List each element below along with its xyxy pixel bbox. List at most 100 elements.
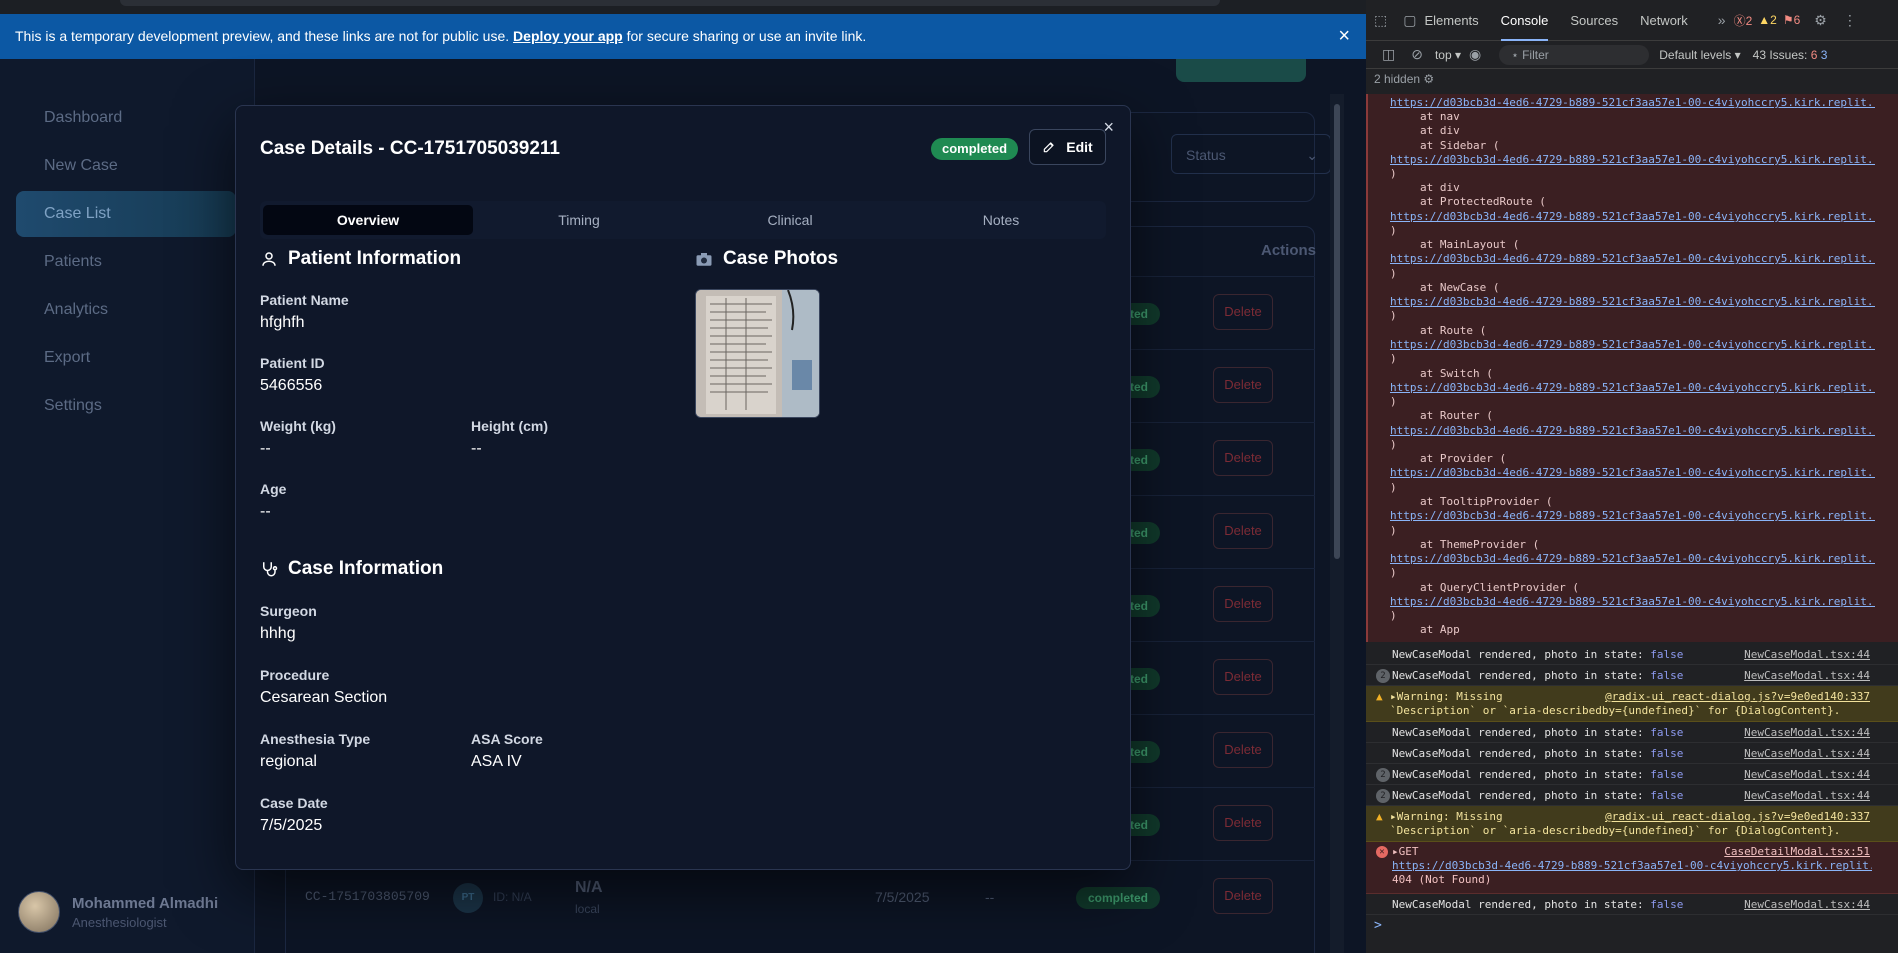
devtools-panel: ⬚ ▢ Elements Console Sources Network » Ⓧ… [1366, 0, 1898, 953]
delete-button[interactable]: Delete [1213, 805, 1273, 841]
stack-link[interactable]: https://d03bcb3d-4ed6-4729-b889-521cf3aa… [1390, 338, 1875, 351]
source-link[interactable]: NewCaseModal.tsx:44 [1744, 898, 1870, 911]
warning-count[interactable]: ▲2 [1758, 13, 1777, 27]
address-bar[interactable] [120, 0, 1220, 6]
kebab-menu-icon[interactable]: ⋮ [1843, 12, 1857, 29]
more-tabs-icon[interactable]: » [1718, 12, 1726, 28]
delete-button[interactable]: Delete [1213, 294, 1273, 330]
stack-line: ) [1390, 309, 1397, 322]
case-id: CC-1751703805709 [305, 889, 430, 904]
asa-score-label: ASA Score [471, 731, 543, 747]
console-log: 2 NewCaseModal rendered, photo in state: … [1366, 785, 1898, 806]
user-icon [262, 252, 276, 266]
source-link[interactable]: NewCaseModal.tsx:44 [1744, 669, 1870, 682]
stack-link[interactable]: https://d03bcb3d-4ed6-4729-b889-521cf3aa… [1390, 509, 1875, 522]
stack-link[interactable]: https://d03bcb3d-4ed6-4729-b889-521cf3aa… [1390, 466, 1875, 479]
stack-link[interactable]: https://d03bcb3d-4ed6-4729-b889-521cf3aa… [1390, 210, 1875, 223]
delete-button[interactable]: Delete [1213, 367, 1273, 403]
sidebar-item-patients[interactable]: Patients [16, 239, 236, 285]
source-link[interactable]: NewCaseModal.tsx:44 [1744, 648, 1870, 661]
source-link[interactable]: NewCaseModal.tsx:44 [1744, 747, 1870, 760]
source-link[interactable]: @radix-ui_react-dialog.js?v=9e0ed140:337 [1605, 810, 1870, 823]
stack-line: ) [1390, 395, 1397, 408]
stack-link[interactable]: https://d03bcb3d-4ed6-4729-b889-521cf3aa… [1390, 295, 1875, 308]
tab-overview[interactable]: Overview [263, 205, 473, 235]
close-icon[interactable]: × [1338, 14, 1350, 59]
status-filter-select[interactable]: Status ⌄ [1171, 134, 1331, 174]
case-date-value: 7/5/2025 [260, 817, 323, 834]
source-link[interactable]: NewCaseModal.tsx:44 [1744, 726, 1870, 739]
sidebar-item-export[interactable]: Export [16, 335, 236, 381]
filter-input[interactable]: ⋆ Filter [1499, 44, 1650, 65]
banner-text-after: for secure sharing or use an invite link… [626, 28, 867, 44]
case-photo-thumbnail[interactable] [695, 289, 820, 418]
edit-label: Edit [1066, 139, 1093, 155]
source-link[interactable]: CaseDetailModal.tsx:51 [1724, 845, 1870, 858]
delete-button[interactable]: Delete [1213, 440, 1273, 476]
user-role: Anesthesiologist [72, 914, 167, 930]
context-selector[interactable]: top ▾ [1435, 48, 1461, 62]
stack-line: at Route ( [1420, 324, 1487, 337]
repeat-count: 2 [1376, 768, 1390, 782]
tab-timing[interactable]: Timing [474, 205, 684, 235]
settings-gear-icon: ⚙ [1423, 72, 1435, 86]
banner-text: This is a temporary development preview,… [15, 28, 510, 44]
issues-link[interactable]: 43 Issues: 6 3 [1753, 48, 1828, 62]
console-prompt[interactable]: > [1374, 918, 1382, 933]
sidebar-item-dashboard[interactable]: Dashboard [16, 95, 236, 141]
source-link[interactable]: @radix-ui_react-dialog.js?v=9e0ed140:337 [1605, 690, 1870, 703]
stack-line: at ThemeProvider ( [1420, 538, 1540, 551]
source-link[interactable]: NewCaseModal.tsx:44 [1744, 789, 1870, 802]
stack-link[interactable]: https://d03bcb3d-4ed6-4729-b889-521cf3aa… [1390, 96, 1875, 109]
deploy-app-link[interactable]: Deploy your app [513, 28, 623, 44]
inspect-icon[interactable]: ⬚ [1374, 12, 1387, 29]
tab-clinical[interactable]: Clinical [685, 205, 895, 235]
tab-console[interactable]: Console [1500, 0, 1549, 41]
table-row[interactable]: CC-1751703805709 PT ID: N/A N/A local 7/… [285, 860, 1315, 933]
stack-link[interactable]: https://d03bcb3d-4ed6-4729-b889-521cf3aa… [1390, 424, 1875, 437]
scrollbar-thumb[interactable] [1334, 104, 1340, 559]
edit-button[interactable]: Edit [1029, 129, 1106, 165]
repeat-count: 2 [1376, 669, 1390, 683]
issues-badge[interactable]: ⚑6 [1783, 13, 1800, 27]
delete-button[interactable]: Delete [1213, 732, 1273, 768]
stack-link[interactable]: https://d03bcb3d-4ed6-4729-b889-521cf3aa… [1390, 252, 1875, 265]
tab-elements[interactable]: Elements [1424, 0, 1478, 41]
stack-line: at div [1420, 124, 1460, 137]
delete-button[interactable]: Delete [1213, 878, 1273, 914]
sidebar-item-new-case[interactable]: New Case [16, 143, 236, 189]
device-toolbar-icon[interactable]: ▢ [1403, 12, 1416, 29]
delete-button[interactable]: Delete [1213, 513, 1273, 549]
source-link[interactable]: NewCaseModal.tsx:44 [1744, 768, 1870, 781]
anesthesia-type: local [575, 902, 600, 916]
tab-network[interactable]: Network [1640, 0, 1688, 41]
eye-icon[interactable]: ◉ [1469, 46, 1481, 63]
stack-link[interactable]: https://d03bcb3d-4ed6-4729-b889-521cf3aa… [1390, 381, 1875, 394]
anesthesia-type-label: Anesthesia Type [260, 731, 371, 747]
sidebar-item-case-list[interactable]: Case List [16, 191, 236, 237]
stack-line: at div [1420, 181, 1460, 194]
sidebar-item-settings[interactable]: Settings [16, 383, 236, 429]
patient-id-label: Patient ID [260, 355, 325, 371]
request-url[interactable]: https://d03bcb3d-4ed6-4729-b889-521cf3aa… [1392, 859, 1872, 872]
error-count[interactable]: Ⓧ2 [1734, 12, 1753, 29]
user-profile[interactable]: Mohammed Almadhi Anesthesiologist [18, 891, 218, 933]
delete-button[interactable]: Delete [1213, 659, 1273, 695]
sidebar-item-analytics[interactable]: Analytics [16, 287, 236, 333]
delete-button[interactable]: Delete [1213, 586, 1273, 622]
surgeon-label: Surgeon [260, 603, 317, 619]
stack-link[interactable]: https://d03bcb3d-4ed6-4729-b889-521cf3aa… [1390, 153, 1875, 166]
stack-link[interactable]: https://d03bcb3d-4ed6-4729-b889-521cf3aa… [1390, 595, 1875, 608]
stack-line: ) [1390, 481, 1397, 494]
tab-sources[interactable]: Sources [1570, 0, 1618, 41]
clear-console-icon[interactable]: ⊘ [1411, 46, 1423, 63]
height-value: -- [471, 440, 482, 457]
tab-notes[interactable]: Notes [896, 205, 1106, 235]
gear-icon[interactable]: ⚙ [1814, 12, 1827, 29]
log-levels-select[interactable]: Default levels ▾ [1659, 48, 1740, 62]
case-information-heading: Case Information [260, 558, 443, 580]
patient-id-value: 5466556 [260, 377, 323, 394]
console-log: NewCaseModal rendered, photo in state: f… [1366, 644, 1898, 665]
stack-link[interactable]: https://d03bcb3d-4ed6-4729-b889-521cf3aa… [1390, 552, 1875, 565]
sidebar-toggle-icon[interactable]: ◫ [1382, 46, 1395, 63]
